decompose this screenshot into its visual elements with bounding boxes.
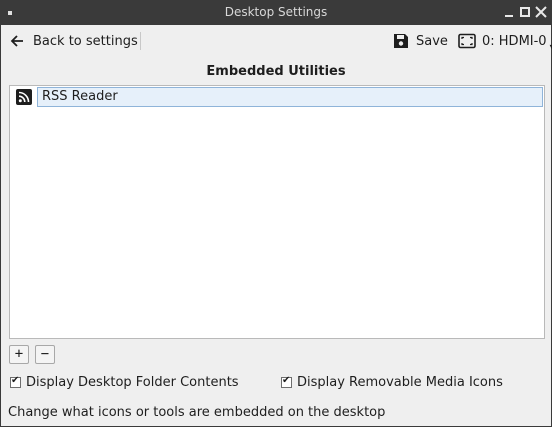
checkbox-label: Display Removable Media Icons (297, 375, 503, 390)
toolbar-separator (140, 32, 141, 50)
remove-utility-button[interactable]: − (35, 345, 55, 364)
back-to-settings-button[interactable]: Back to settings (9, 29, 138, 53)
save-label: Save (416, 33, 448, 49)
back-label: Back to settings (33, 33, 138, 49)
save-button[interactable]: Save (393, 29, 448, 53)
monitor-select[interactable]: 0: HDMI-0 ▾ (458, 29, 552, 53)
desktop-settings-window: Desktop Settings Back to settings Save 0… (0, 0, 552, 427)
add-utility-button[interactable]: + (9, 345, 29, 364)
section-title: Embedded Utilities (206, 64, 346, 79)
checkbox-label: Display Desktop Folder Contents (26, 375, 239, 390)
list-item-label: RSS Reader (37, 87, 543, 107)
status-text: Change what icons or tools are embedded … (8, 405, 386, 420)
save-icon (394, 34, 408, 48)
embedded-utilities-list[interactable]: RSS Reader (9, 85, 545, 339)
monitor-label: 0: HDMI-0 (482, 33, 547, 49)
arrow-left-icon (10, 35, 23, 47)
monitor-icon (458, 33, 476, 49)
display-removable-media-checkbox[interactable]: Display Removable Media Icons (281, 375, 503, 390)
window-title: Desktop Settings (224, 5, 328, 19)
toolbar: Back to settings Save 0: HDMI-0 ▾ (1, 25, 552, 57)
rss-icon (16, 89, 32, 105)
checkbox-checked-icon[interactable] (10, 375, 21, 388)
checkbox-checked-icon[interactable] (281, 375, 292, 388)
maximize-button[interactable] (517, 4, 533, 20)
close-icon (535, 6, 547, 18)
title-bar[interactable]: Desktop Settings (1, 1, 551, 25)
display-folder-contents-checkbox[interactable]: Display Desktop Folder Contents (10, 375, 239, 390)
minimize-button[interactable] (501, 4, 517, 20)
close-button[interactable] (533, 4, 549, 20)
list-item[interactable]: RSS Reader (14, 87, 543, 107)
